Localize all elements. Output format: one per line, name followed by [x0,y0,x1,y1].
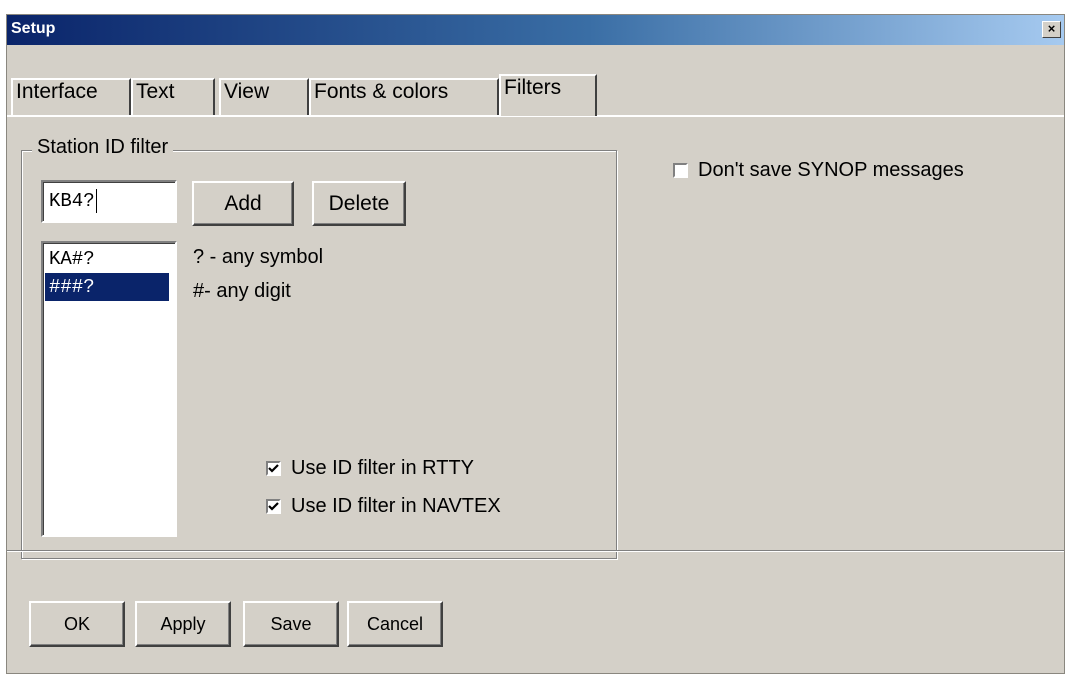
apply-button[interactable]: Apply [135,601,231,647]
station-id-input[interactable]: KB4? [41,180,177,223]
tab-filters[interactable]: Filters [499,74,597,116]
tab-label: Interface [16,80,98,103]
dont-save-synop-checkbox[interactable] [673,162,688,178]
station-id-list[interactable]: KA#? ###? [41,241,177,537]
add-button[interactable]: Add [192,181,294,226]
tab-label: Filters [504,76,562,99]
tab-label: View [224,80,270,103]
ok-button-label: OK [63,614,90,634]
use-id-filter-navtex-label: Use ID filter in NAVTEX [291,494,501,517]
use-id-filter-rtty-row[interactable]: Use ID filter in RTTY [266,454,474,482]
station-id-input-value: KB4? [49,190,95,212]
close-icon: × [1047,21,1056,36]
close-button[interactable]: × [1042,21,1061,38]
hint-any-symbol: ? - any symbol [193,246,324,268]
use-id-filter-rtty-checkbox[interactable] [266,460,281,476]
cancel-button-label: Cancel [366,614,424,634]
tab-view[interactable]: View [219,78,309,116]
setup-dialog: Setup × Interface Text View Fonts & colo… [6,14,1065,674]
apply-button-label: Apply [160,614,206,634]
footer-separator [7,550,1064,552]
save-button-label: Save [270,614,312,634]
save-button[interactable]: Save [243,601,339,647]
dont-save-synop-label: Don't save SYNOP messages [698,158,964,181]
tab-label: Fonts & colors [314,80,449,103]
checkmark-icon [268,463,279,473]
tab-label: Text [136,80,175,103]
tab-fonts-colors[interactable]: Fonts & colors [309,78,499,116]
tab-interface[interactable]: Interface [11,78,131,116]
use-id-filter-rtty-label: Use ID filter in RTTY [291,456,474,479]
group-label: Station ID filter [32,136,174,159]
hint-any-digit: #- any digit [193,280,291,302]
cancel-button[interactable]: Cancel [347,601,443,647]
synop-row[interactable]: Don't save SYNOP messages [673,156,964,184]
use-id-filter-navtex-row[interactable]: Use ID filter in NAVTEX [266,492,501,520]
window-title: Setup [11,20,56,37]
add-button-label: Add [224,192,262,215]
delete-button[interactable]: Delete [312,181,406,226]
delete-button-label: Delete [328,192,390,215]
use-id-filter-navtex-checkbox[interactable] [266,498,281,514]
title-bar[interactable]: Setup × [7,15,1064,45]
list-item[interactable]: ###? [45,273,169,301]
text-caret [95,188,97,213]
list-item[interactable]: KA#? [45,245,169,273]
tab-text[interactable]: Text [131,78,215,116]
ok-button[interactable]: OK [29,601,125,647]
station-id-filter-group: Station ID filter KB4? Add Delete KA#? #… [21,136,617,559]
checkmark-icon [268,501,279,511]
